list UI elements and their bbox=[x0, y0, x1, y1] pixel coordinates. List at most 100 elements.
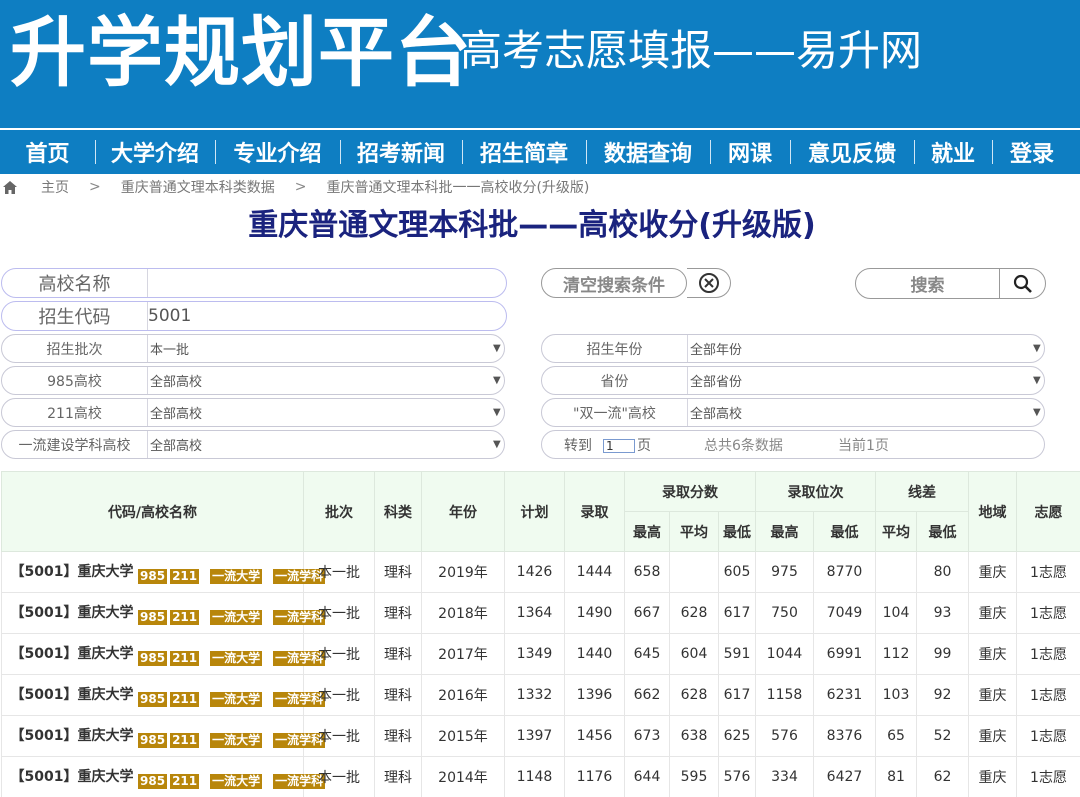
double-first-class-label: "双一流"高校 bbox=[573, 405, 656, 422]
cell-score-avg: 638 bbox=[669, 715, 719, 757]
clear-search-button[interactable]: 清空搜索条件 bbox=[541, 268, 687, 298]
cell-name: 【5001】重庆大学 985 211 一流大学 一流学科 bbox=[1, 551, 326, 593]
cell-region: 重庆 bbox=[968, 715, 1017, 757]
column-header-score-min: 最低 bbox=[718, 511, 756, 552]
year-select[interactable]: 招生年份 全部年份 ▼ bbox=[541, 334, 1045, 363]
total-records: 总共6条数据 bbox=[704, 437, 783, 454]
table-row[interactable]: 【5001】重庆大学 985 211 一流大学 一流学科 本一批 理科 2018年 1364 14… bbox=[1, 592, 1080, 634]
cell-rank-max: 334 bbox=[755, 756, 814, 797]
cell-score-avg: 604 bbox=[669, 633, 719, 675]
nav-item-home[interactable]: 首页 bbox=[0, 130, 95, 174]
cell-subject: 理科 bbox=[374, 715, 422, 757]
tag-badge: 211 bbox=[170, 732, 200, 748]
cell-diff-min: 99 bbox=[916, 633, 969, 675]
chevron-down-icon: ▼ bbox=[493, 343, 501, 354]
nav-item-employment[interactable]: 就业 bbox=[914, 130, 992, 174]
211-select[interactable]: 211高校 全部高校 ▼ bbox=[1, 398, 505, 427]
province-value: 全部省份 bbox=[690, 375, 743, 390]
cell-wish: 1志愿 bbox=[1016, 551, 1080, 593]
cell-diff-min: 92 bbox=[916, 674, 969, 716]
nav-item-feedback[interactable]: 意见反馈 bbox=[790, 130, 914, 174]
column-header-rank-min: 最低 bbox=[813, 511, 876, 552]
university-name[interactable]: 【5001】重庆大学 bbox=[6, 725, 138, 745]
985-select[interactable]: 985高校 全部高校 ▼ bbox=[1, 366, 505, 395]
tag-badge: 211 bbox=[170, 650, 200, 666]
tag-badge: 985 bbox=[138, 691, 168, 707]
breadcrumb-home[interactable]: 主页 bbox=[41, 177, 69, 197]
cell-year: 2018年 bbox=[421, 592, 505, 634]
university-name[interactable]: 【5001】重庆大学 bbox=[6, 684, 138, 704]
cell-year: 2019年 bbox=[421, 551, 505, 593]
cell-year: 2017年 bbox=[421, 633, 505, 675]
column-header-diff-group: 线差 bbox=[875, 471, 969, 512]
cell-region: 重庆 bbox=[968, 674, 1017, 716]
tag-badge: 211 bbox=[170, 691, 200, 707]
tag-badge: 985 bbox=[138, 732, 168, 748]
cell-subject: 理科 bbox=[374, 592, 422, 634]
cell-admitted: 1176 bbox=[564, 756, 625, 797]
first-class-discipline-label: 一流建设学科高校 bbox=[18, 437, 131, 454]
current-page: 当前1页 bbox=[838, 437, 889, 454]
nav-item-login[interactable]: 登录 bbox=[992, 130, 1072, 174]
nav-item-brochure[interactable]: 招生简章 bbox=[462, 130, 586, 174]
cell-diff-avg: 104 bbox=[875, 592, 917, 634]
tag-badge: 985 bbox=[138, 568, 168, 584]
university-name[interactable]: 【5001】重庆大学 bbox=[6, 561, 138, 581]
table-row[interactable]: 【5001】重庆大学 985 211 一流大学 一流学科 本一批 理科 2019年 1426 14… bbox=[1, 551, 1080, 593]
column-header-diff-min: 最低 bbox=[916, 511, 969, 552]
admission-code-input[interactable]: 5001 bbox=[148, 302, 191, 330]
nav-item-online-class[interactable]: 网课 bbox=[710, 130, 790, 174]
cell-score-avg bbox=[669, 551, 719, 593]
table-row[interactable]: 【5001】重庆大学 985 211 一流大学 一流学科 本一批 理科 2015年 1397 14… bbox=[1, 715, 1080, 757]
cell-wish: 1志愿 bbox=[1016, 756, 1080, 797]
cell-rank-max: 1158 bbox=[755, 674, 814, 716]
cell-subject: 理科 bbox=[374, 674, 422, 716]
brand-logo-text[interactable]: 升学规划平台 bbox=[10, 10, 472, 96]
first-class-discipline-select[interactable]: 一流建设学科高校 全部高校 ▼ bbox=[1, 430, 505, 459]
tag-badge: 985 bbox=[138, 609, 168, 625]
batch-select[interactable]: 招生批次 本一批 ▼ bbox=[1, 334, 505, 363]
search-icon[interactable] bbox=[999, 268, 1046, 299]
cell-score-avg: 628 bbox=[669, 592, 719, 634]
home-icon[interactable] bbox=[3, 180, 17, 194]
chevron-down-icon: ▼ bbox=[1033, 407, 1041, 418]
table-row[interactable]: 【5001】重庆大学 985 211 一流大学 一流学科 本一批 理科 2016年 1332 13… bbox=[1, 674, 1080, 716]
university-name[interactable]: 【5001】重庆大学 bbox=[6, 766, 138, 786]
search-button[interactable]: 搜索 bbox=[855, 268, 1000, 299]
page-number-input[interactable]: 1 bbox=[603, 439, 635, 453]
nav-item-major[interactable]: 专业介绍 bbox=[215, 130, 340, 174]
table-row[interactable]: 【5001】重庆大学 985 211 一流大学 一流学科 本一批 理科 2017年 1349 14… bbox=[1, 633, 1080, 675]
cell-diff-min: 80 bbox=[916, 551, 969, 593]
university-name[interactable]: 【5001】重庆大学 bbox=[6, 602, 138, 622]
university-name[interactable]: 【5001】重庆大学 bbox=[6, 643, 138, 663]
cell-region: 重庆 bbox=[968, 633, 1017, 675]
cell-rank-min: 7049 bbox=[813, 592, 876, 634]
cell-name: 【5001】重庆大学 985 211 一流大学 一流学科 bbox=[1, 674, 326, 716]
cell-wish: 1志愿 bbox=[1016, 633, 1080, 675]
nav-item-news[interactable]: 招考新闻 bbox=[340, 130, 462, 174]
first-class-discipline-value: 全部高校 bbox=[150, 439, 203, 454]
cell-name: 【5001】重庆大学 985 211 一流大学 一流学科 bbox=[1, 715, 326, 757]
double-first-class-select[interactable]: "双一流"高校 全部高校 ▼ bbox=[541, 398, 1045, 427]
cell-plan: 1349 bbox=[504, 633, 565, 675]
cell-name: 【5001】重庆大学 985 211 一流大学 一流学科 bbox=[1, 633, 326, 675]
985-label: 985高校 bbox=[47, 373, 102, 390]
table-row[interactable]: 【5001】重庆大学 985 211 一流大学 一流学科 本一批 理科 2014年 1148 11… bbox=[1, 756, 1080, 797]
column-header-score-max: 最高 bbox=[624, 511, 670, 552]
cell-score-max: 662 bbox=[624, 674, 670, 716]
breadcrumb-separator: > bbox=[89, 179, 101, 195]
chevron-down-icon: ▼ bbox=[1033, 375, 1041, 386]
nav-item-university[interactable]: 大学介绍 bbox=[95, 130, 215, 174]
cell-name: 【5001】重庆大学 985 211 一流大学 一流学科 bbox=[1, 756, 326, 797]
cell-diff-avg: 103 bbox=[875, 674, 917, 716]
cell-year: 2015年 bbox=[421, 715, 505, 757]
admission-code-label: 招生代码 bbox=[38, 307, 111, 328]
breadcrumb-category[interactable]: 重庆普通文理本科类数据 bbox=[121, 177, 275, 197]
cell-rank-max: 975 bbox=[755, 551, 814, 593]
nav-item-data-query[interactable]: 数据查询 bbox=[586, 130, 710, 174]
cell-plan: 1332 bbox=[504, 674, 565, 716]
clear-icon[interactable] bbox=[687, 268, 731, 298]
cell-subject: 理科 bbox=[374, 633, 422, 675]
breadcrumb: 主页 > 重庆普通文理本科类数据 > 重庆普通文理本科批一一高校收分(升级版) bbox=[0, 176, 1080, 198]
province-select[interactable]: 省份 全部省份 ▼ bbox=[541, 366, 1045, 395]
